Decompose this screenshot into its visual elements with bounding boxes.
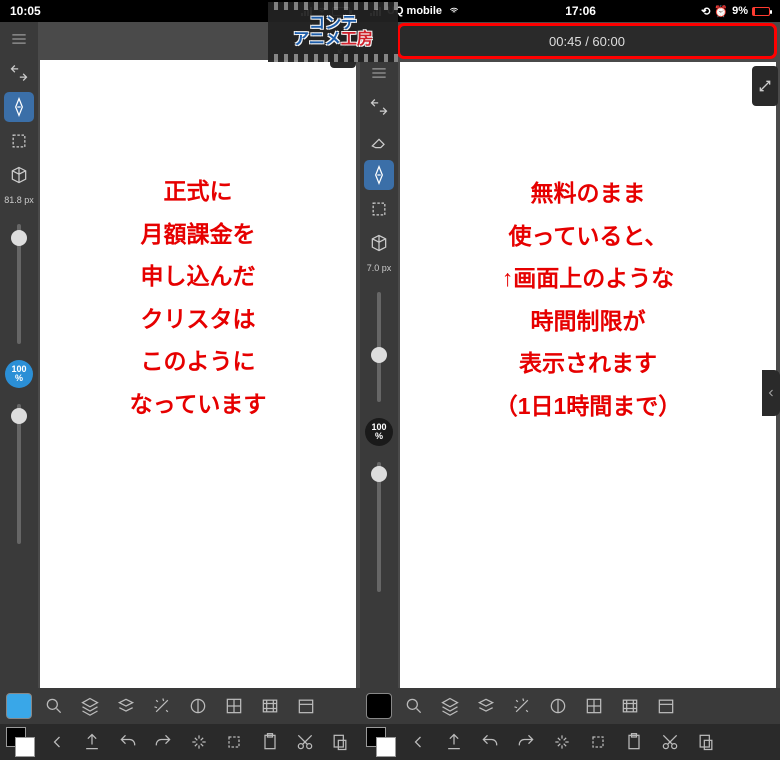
color-swatches[interactable] — [366, 727, 396, 757]
crop-button[interactable] — [584, 728, 612, 756]
canvas-annotation: 正式に 月額課金を 申し込んだ クリスタは このように なっています — [130, 60, 267, 425]
upload-button[interactable] — [79, 728, 106, 756]
toolbar-row-1 — [360, 688, 780, 724]
paste-button[interactable] — [692, 728, 720, 756]
sparkle-button[interactable] — [548, 728, 576, 756]
workarea: 7.0 px 100 % 無料のまま 使っていると、 ↑画面上のような 時間制限… — [360, 56, 780, 760]
search-button[interactable] — [40, 692, 68, 720]
signal-icon — [301, 7, 312, 16]
expand-button[interactable] — [330, 28, 356, 68]
cut-button[interactable] — [656, 728, 684, 756]
ios-statusbar: 10:05 — [0, 0, 360, 22]
redo-button[interactable] — [150, 728, 177, 756]
zoom-badge[interactable]: 100 % — [5, 360, 33, 388]
wifi-icon — [448, 6, 460, 16]
zoom-slider[interactable] — [377, 462, 381, 592]
carrier-label: UQ mobile — [387, 5, 442, 17]
right-screenshot: UQ mobile 17:06 ⟲ ⏰ 9% 00:45 / 60:00 7.0… — [360, 0, 780, 760]
toolbar-row-2 — [360, 724, 780, 760]
pen-tool[interactable] — [4, 92, 34, 122]
brush-size-slider[interactable] — [17, 224, 21, 344]
transform-tool[interactable] — [4, 58, 34, 88]
sparkle-button[interactable] — [185, 728, 212, 756]
tool-sidebar: 7.0 px 100 % — [360, 56, 398, 760]
brush-size-label: 7.0 px — [367, 264, 392, 274]
grid-button[interactable] — [580, 692, 608, 720]
pen-tool[interactable] — [364, 160, 394, 190]
workarea: 81.8 px 100 % 正式に 月額課金を 申し込んだ クリスタは このよう… — [0, 22, 360, 760]
toolbar-row-1 — [0, 688, 360, 724]
menu-button[interactable] — [364, 58, 394, 88]
canvas[interactable]: 無料のまま 使っていると、 ↑画面上のような 時間制限が 表示されます （1日1… — [400, 62, 776, 756]
eraser-tool[interactable] — [364, 126, 394, 156]
layers-button[interactable] — [436, 692, 464, 720]
zoom-slider[interactable] — [17, 404, 21, 544]
menu-button[interactable] — [4, 24, 34, 54]
wand-button[interactable] — [148, 692, 176, 720]
adjust-button[interactable] — [184, 692, 212, 720]
left-screenshot: 10:05 81.8 px 100 % 正式に 月額課金を 申し込んだ ク — [0, 0, 360, 760]
color-swatch-primary[interactable] — [6, 693, 32, 719]
wand-button[interactable] — [508, 692, 536, 720]
status-indicators — [301, 6, 350, 16]
battery-icon — [332, 7, 350, 16]
crop-button[interactable] — [220, 728, 247, 756]
clipboard-button[interactable] — [256, 728, 283, 756]
color-swatches[interactable] — [6, 727, 35, 757]
paste-button[interactable] — [327, 728, 354, 756]
clipboard-button[interactable] — [620, 728, 648, 756]
adjust-button[interactable] — [544, 692, 572, 720]
3d-tool[interactable] — [364, 228, 394, 258]
marquee-tool[interactable] — [364, 194, 394, 224]
side-panel-tab[interactable] — [762, 370, 780, 416]
chev-left-button[interactable] — [404, 728, 432, 756]
brush-size-slider[interactable] — [377, 292, 381, 402]
battery-icon — [752, 7, 770, 16]
film-button[interactable] — [256, 692, 284, 720]
bottom-toolbars — [0, 688, 360, 760]
undo-button[interactable] — [476, 728, 504, 756]
wifi-icon — [316, 6, 328, 16]
rotation-lock-icon: ⟲ — [701, 5, 710, 18]
calendar-button[interactable] — [652, 692, 680, 720]
chev-left-button[interactable] — [43, 728, 70, 756]
marquee-tool[interactable] — [4, 126, 34, 156]
canvas[interactable]: 正式に 月額課金を 申し込んだ クリスタは このように なっています — [40, 60, 356, 756]
time-limit-bar: 00:45 / 60:00 — [400, 26, 774, 56]
timer-text: 00:45 / 60:00 — [549, 34, 625, 49]
transform-tool[interactable] — [364, 92, 394, 122]
status-indicators: ⟲ ⏰ 9% — [701, 5, 770, 18]
zoom-badge[interactable]: 100 % — [365, 418, 393, 446]
battery-pct: 9% — [732, 5, 748, 17]
upload-button[interactable] — [440, 728, 468, 756]
brush-size-label: 81.8 px — [4, 196, 34, 206]
layers2-button[interactable] — [112, 692, 140, 720]
grid-button[interactable] — [220, 692, 248, 720]
ios-statusbar: UQ mobile 17:06 ⟲ ⏰ 9% — [360, 0, 780, 22]
undo-button[interactable] — [114, 728, 141, 756]
cut-button[interactable] — [291, 728, 318, 756]
layers-button[interactable] — [76, 692, 104, 720]
toolbar-row-2 — [0, 724, 360, 760]
signal-icon — [370, 7, 381, 16]
calendar-button[interactable] — [292, 692, 320, 720]
layers2-button[interactable] — [472, 692, 500, 720]
canvas-annotation: 無料のまま 使っていると、 ↑画面上のような 時間制限が 表示されます （1日1… — [495, 62, 682, 427]
film-button[interactable] — [616, 692, 644, 720]
redo-button[interactable] — [512, 728, 540, 756]
color-swatch-primary[interactable] — [366, 693, 392, 719]
3d-tool[interactable] — [4, 160, 34, 190]
tool-sidebar: 81.8 px 100 % — [0, 22, 38, 760]
bottom-toolbars — [360, 688, 780, 760]
status-time: 10:05 — [10, 4, 41, 18]
alarm-icon: ⏰ — [714, 5, 728, 18]
status-time: 17:06 — [565, 4, 596, 18]
search-button[interactable] — [400, 692, 428, 720]
expand-button[interactable] — [752, 66, 778, 106]
